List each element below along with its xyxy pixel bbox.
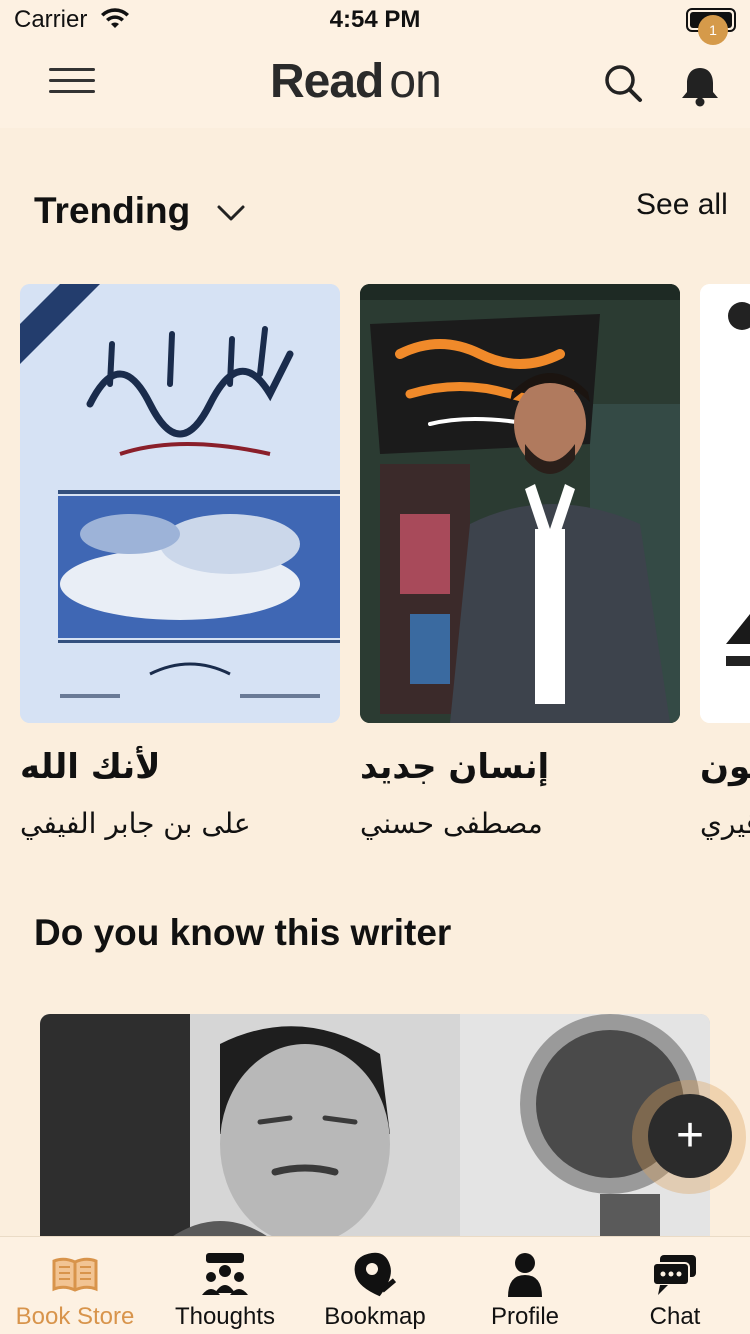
person-icon	[508, 1253, 542, 1297]
tab-bookmap[interactable]: Bookmap	[300, 1237, 450, 1334]
book-cover-image	[360, 284, 680, 723]
writer-section-title: Do you know this writer	[34, 912, 452, 953]
status-time: 4:54 PM	[329, 6, 421, 33]
book-card[interactable]: إنسان جديد مصطفى حسني	[360, 284, 680, 844]
trending-title: Trending	[34, 190, 191, 231]
tab-chat[interactable]: Chat	[600, 1237, 750, 1334]
book-author-text: مصطفى حسني	[360, 807, 543, 840]
tab-label: Chat	[649, 1303, 701, 1330]
tab-bar: Book Store Thoughts Bookmap Profile Chat	[0, 1236, 750, 1334]
book-author-text: قيري	[700, 807, 750, 840]
see-all-link[interactable]: See all	[636, 188, 728, 222]
logo-read: Read	[270, 55, 384, 108]
book-card[interactable]: لأنك الله على بن جابر الفيفي	[20, 284, 340, 844]
hamburger-menu-icon[interactable]	[46, 68, 98, 102]
chevron-down-icon[interactable]	[214, 198, 248, 228]
map-pin-icon	[354, 1252, 397, 1297]
book-cover-image	[700, 284, 750, 723]
search-icon[interactable]	[602, 62, 644, 104]
book-title-text: لأنك الله	[20, 747, 161, 787]
book-cover-image	[20, 284, 340, 723]
tab-thoughts[interactable]: Thoughts	[150, 1237, 300, 1334]
book-title-text: عون	[700, 747, 750, 787]
app-header: Read on	[0, 40, 750, 128]
open-book-icon	[52, 1257, 98, 1292]
tab-profile[interactable]: Profile	[450, 1237, 600, 1334]
add-button[interactable]: +	[648, 1094, 732, 1178]
logo-on: on	[389, 55, 441, 108]
bell-icon[interactable]	[676, 60, 724, 108]
tab-label: Bookmap	[324, 1303, 426, 1330]
writer-photo[interactable]	[40, 1014, 710, 1238]
group-icon	[202, 1253, 248, 1295]
book-card[interactable]: عون قيري	[700, 284, 750, 844]
tab-book-store[interactable]: Book Store	[0, 1237, 150, 1334]
book-author-text: على بن جابر الفيفي	[20, 807, 251, 840]
tab-label: Profile	[490, 1303, 560, 1330]
tab-label: Thoughts	[174, 1303, 276, 1330]
status-bar: Carrier 4:54 PM	[0, 0, 750, 40]
chat-bubble-icon	[652, 1255, 696, 1295]
notification-badge: 1	[698, 15, 728, 45]
app-logo: Read on	[270, 54, 480, 114]
tab-label: Book Store	[15, 1303, 135, 1330]
book-title-text: إنسان جديد	[360, 747, 550, 787]
